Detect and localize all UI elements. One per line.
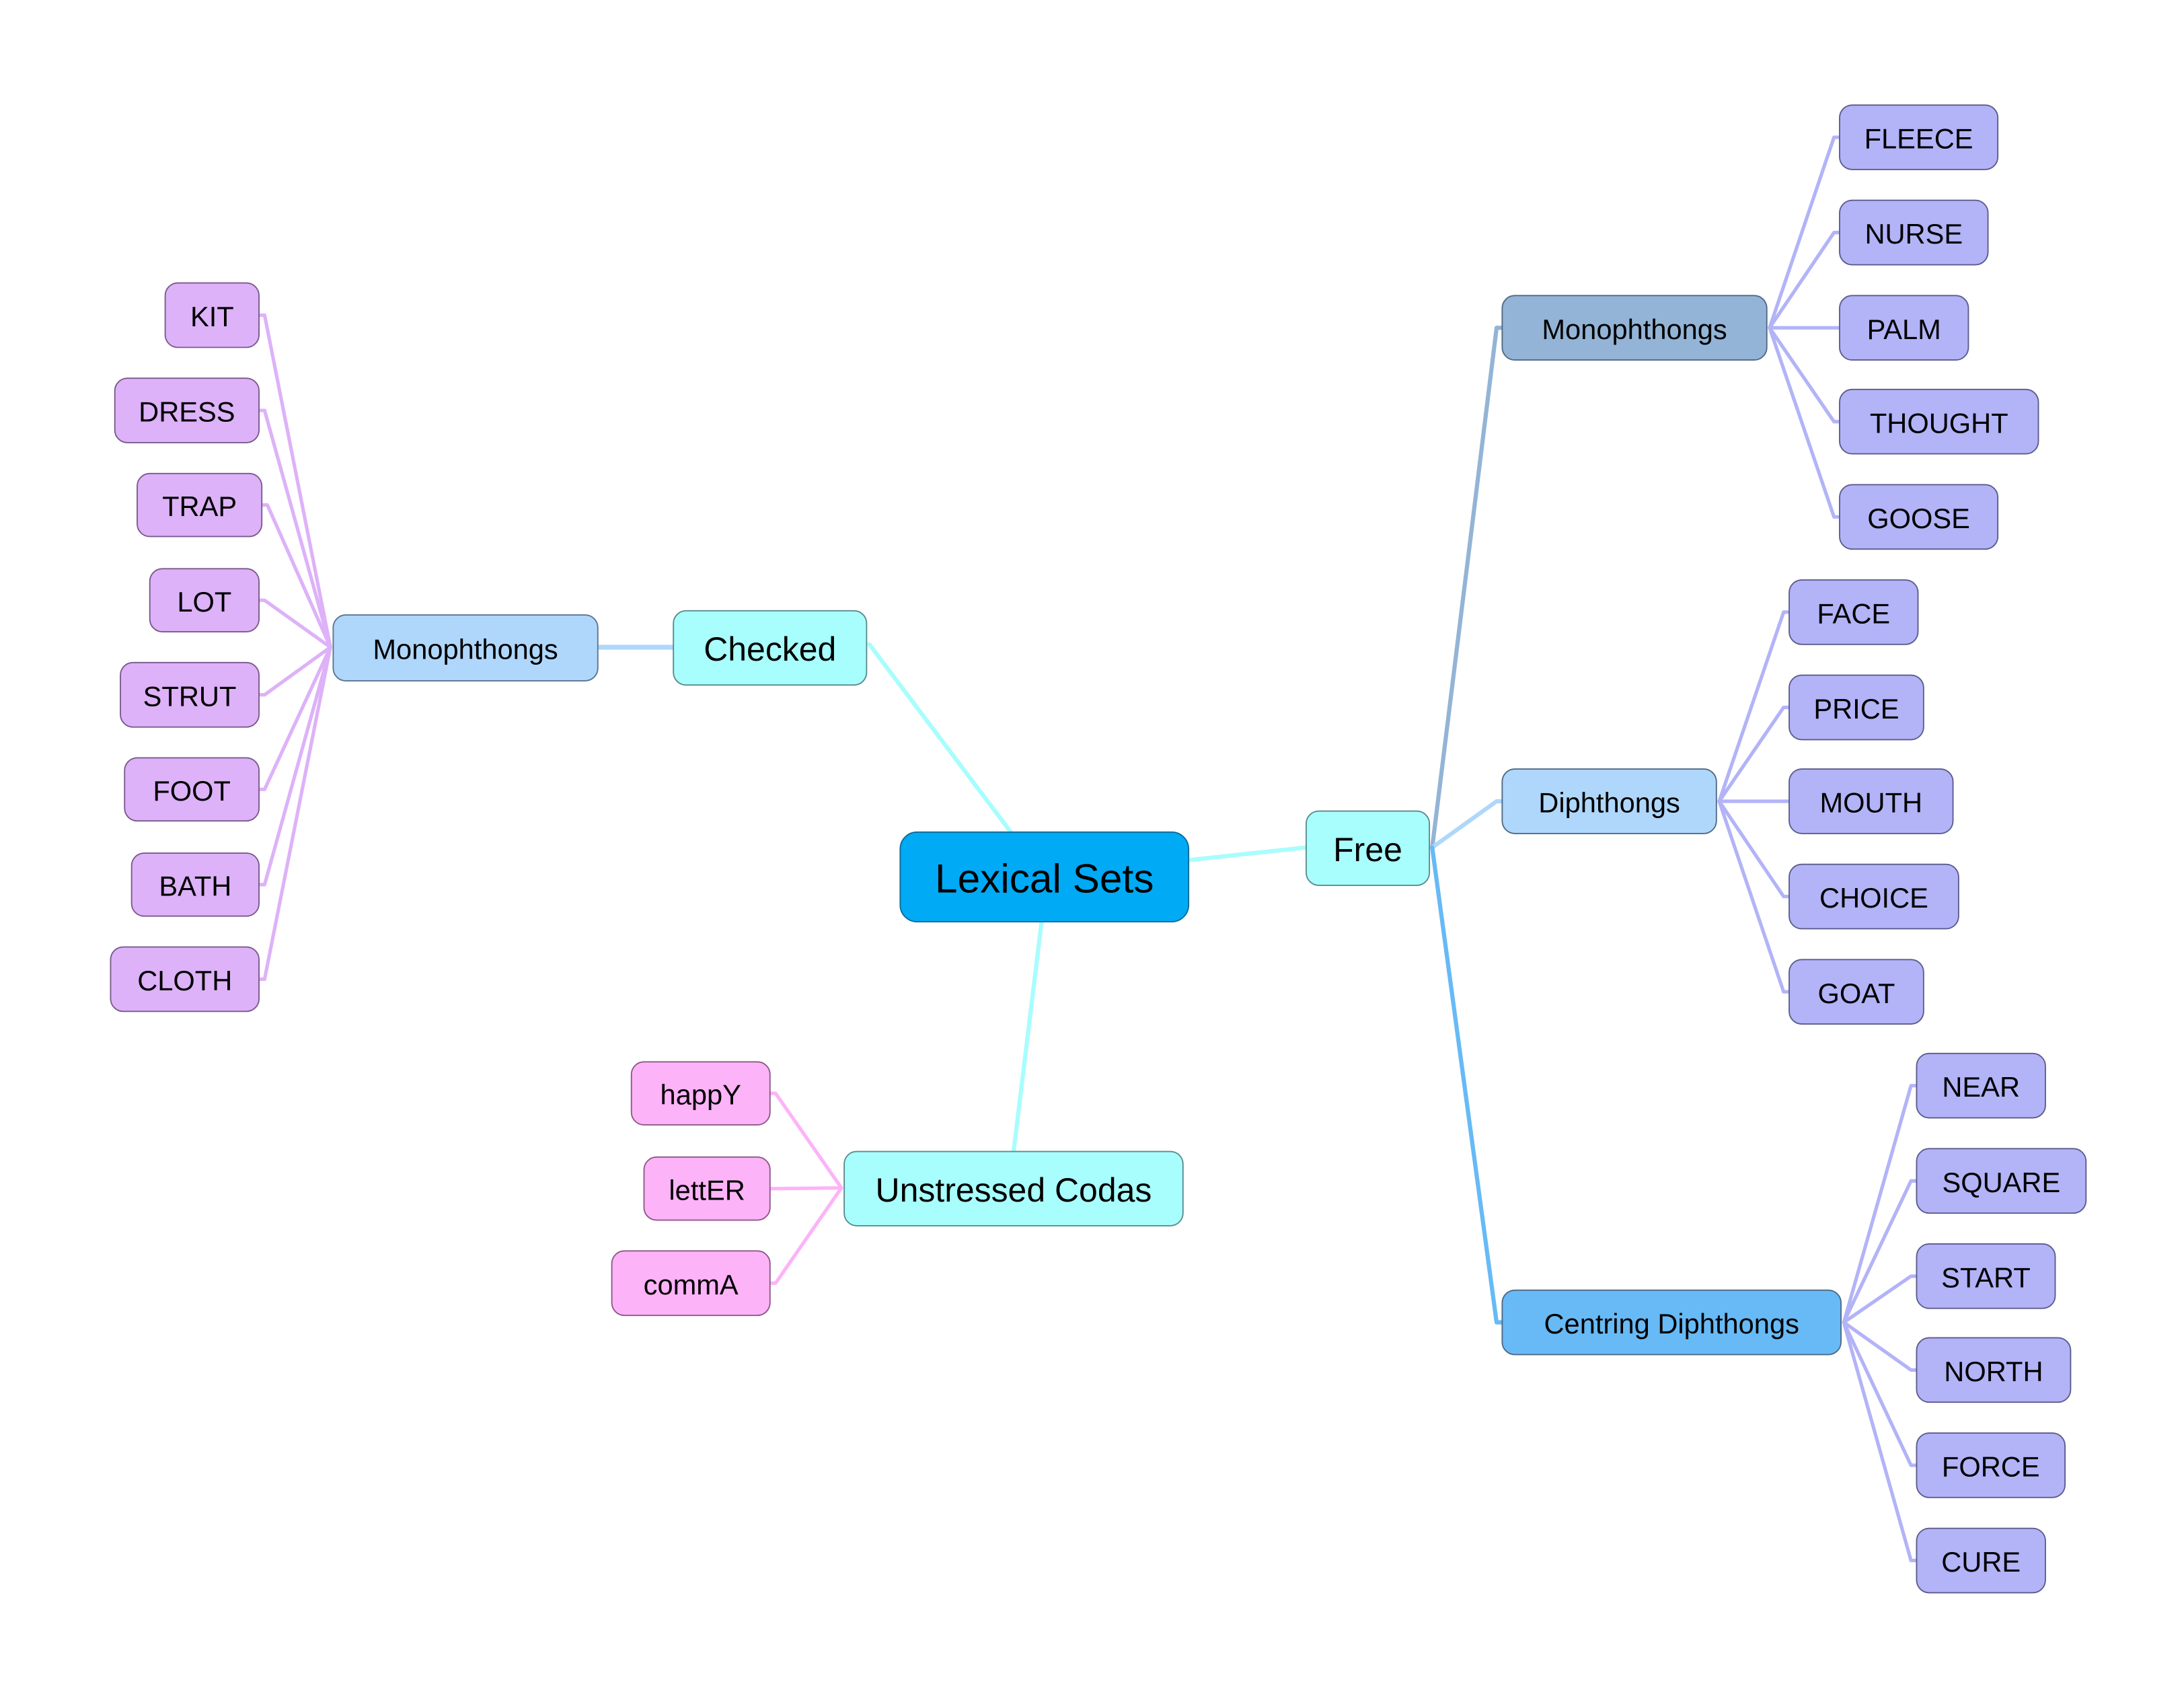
edge-diphthongs-choice: [1717, 799, 1791, 899]
lexical-set-north-label: NORTH: [1944, 1356, 2043, 1387]
lexical-set-near[interactable]: NEAR: [1916, 1052, 2046, 1119]
lexical-set-dress[interactable]: DRESS: [114, 377, 260, 443]
edge-coda-comma: [768, 1186, 843, 1285]
lexical-set-north[interactable]: NORTH: [1916, 1337, 2072, 1403]
edge-coda-happy: [768, 1091, 843, 1190]
lexical-set-lot-label: LOT: [177, 586, 231, 618]
lexical-set-foot[interactable]: FOOT: [124, 757, 260, 822]
edge-centring-diphthongs-force: [1842, 1320, 1919, 1467]
edge-free-centring-diphthongs: [1430, 845, 1505, 1325]
lexical-set-goose[interactable]: GOOSE: [1839, 484, 1999, 550]
edge-free-monophthongs: [1430, 326, 1505, 850]
lexical-set-kit[interactable]: KIT: [164, 282, 260, 348]
root-node-lexical-sets[interactable]: Lexical Sets: [899, 831, 1190, 922]
edge-diphthongs-face: [1717, 610, 1791, 803]
lexical-set-comma[interactable]: commA: [611, 1250, 771, 1317]
lexical-set-fleece[interactable]: FLEECE: [1839, 104, 1999, 170]
group-node-free-monophthongs[interactable]: Monophthongs: [1501, 295, 1768, 361]
lexical-set-nurse[interactable]: NURSE: [1839, 199, 1989, 266]
lexical-set-mouth-label: MOUTH: [1820, 787, 1923, 819]
group-node-free-diphthongs-label: Diphthongs: [1538, 787, 1680, 819]
edge-monophthongs-nurse: [1768, 231, 1842, 330]
lexical-set-cloth[interactable]: CLOTH: [110, 946, 260, 1013]
group-node-checked-monophthongs[interactable]: Monophthongs: [332, 614, 599, 682]
lexical-set-square[interactable]: SQUARE: [1916, 1148, 2087, 1214]
lexical-set-start-label: START: [1941, 1261, 2031, 1293]
lexical-set-square-label: SQUARE: [1942, 1167, 2060, 1198]
edge-root-checked: [867, 642, 1013, 834]
lexical-set-palm-label: PALM: [1867, 314, 1941, 345]
lexical-set-thought[interactable]: THOUGHT: [1839, 388, 2039, 455]
lexical-set-mouth[interactable]: MOUTH: [1788, 768, 1954, 834]
lexical-set-price[interactable]: PRICE: [1788, 674, 1924, 741]
edge-diphthongs-goat: [1717, 799, 1791, 994]
branch-node-unstressed-codas-label: Unstressed Codas: [876, 1171, 1152, 1209]
lexical-set-comma-label: commA: [644, 1269, 739, 1300]
lexical-set-force[interactable]: FORCE: [1916, 1432, 2066, 1498]
edge-monophthongs-fleece: [1768, 135, 1842, 330]
lexical-set-cloth-label: CLOTH: [137, 965, 232, 996]
lexical-set-price-label: PRICE: [1813, 693, 1899, 725]
lexical-set-happy[interactable]: happY: [630, 1061, 771, 1126]
lexical-set-lot[interactable]: LOT: [149, 568, 260, 632]
lexical-set-bath[interactable]: BATH: [130, 852, 260, 917]
lexical-set-cure[interactable]: CURE: [1916, 1527, 2046, 1594]
edge-monophthongs-thought: [1768, 326, 1842, 424]
edge-root-free: [1186, 845, 1309, 863]
edge-checked-leaf-cloth: [257, 645, 332, 982]
edge-free-diphthongs: [1430, 799, 1505, 850]
lexical-set-nurse-label: NURSE: [1865, 218, 1963, 250]
branch-node-unstressed-codas[interactable]: Unstressed Codas: [843, 1150, 1184, 1226]
lexical-set-dress-label: DRESS: [139, 396, 235, 428]
lexical-set-kit-label: KIT: [190, 301, 234, 332]
lexical-set-choice-label: CHOICE: [1819, 882, 1928, 914]
lexical-set-strut-label: STRUT: [143, 680, 237, 712]
lexical-set-bath-label: BATH: [159, 870, 231, 902]
edge-diphthongs-price: [1717, 705, 1791, 803]
lexical-set-start[interactable]: START: [1916, 1243, 2056, 1309]
branch-node-free-label: Free: [1333, 831, 1402, 869]
edge-monophthongs-goose: [1768, 326, 1842, 519]
lexical-set-face[interactable]: FACE: [1788, 579, 1919, 645]
lexical-set-trap-label: TRAP: [162, 490, 237, 522]
root-node-lexical-sets-label: Lexical Sets: [935, 856, 1154, 902]
edge-checked-leaf-dress: [257, 408, 332, 649]
lexical-set-goose-label: GOOSE: [1867, 503, 1970, 534]
branch-node-checked-label: Checked: [704, 630, 836, 668]
lexical-set-letter[interactable]: lettER: [643, 1156, 771, 1221]
edge-root-unstressed: [1011, 919, 1044, 1154]
lexical-set-force-label: FORCE: [1942, 1451, 2040, 1483]
lexical-set-goat[interactable]: GOAT: [1788, 959, 1924, 1025]
lexical-set-face-label: FACE: [1817, 597, 1890, 629]
edge-centring-diphthongs-near: [1842, 1084, 1919, 1325]
edge-checked-leaf-bath: [257, 645, 332, 887]
lexical-set-choice[interactable]: CHOICE: [1788, 863, 1959, 930]
edge-coda-letter: [768, 1186, 843, 1191]
group-node-free-centring-diphthongs[interactable]: Centring Diphthongs: [1501, 1289, 1842, 1356]
mind-map: Lexical Sets Checked Free Unstressed Codas M…: [110, 104, 2087, 1594]
lexical-set-happy-label: happY: [661, 1079, 741, 1111]
branch-node-free[interactable]: Free: [1306, 810, 1431, 886]
lexical-set-palm[interactable]: PALM: [1839, 295, 1969, 361]
lexical-set-foot-label: FOOT: [153, 775, 231, 807]
lexical-set-letter-label: lettER: [669, 1174, 745, 1206]
lexical-set-thought-label: THOUGHT: [1870, 407, 2008, 439]
group-node-free-diphthongs[interactable]: Diphthongs: [1501, 768, 1717, 834]
group-node-free-centring-diphthongs-label: Centring Diphthongs: [1544, 1308, 1799, 1340]
lexical-set-trap[interactable]: TRAP: [137, 472, 263, 538]
edge-checked-leaf-foot: [257, 645, 332, 791]
edge-centring-diphthongs-cure: [1842, 1320, 1919, 1563]
lexical-set-strut[interactable]: STRUT: [120, 661, 260, 728]
lexical-set-near-label: NEAR: [1942, 1071, 2020, 1103]
group-node-checked-monophthongs-label: Monophthongs: [373, 634, 558, 665]
edge-centring-diphthongs-square: [1842, 1179, 1919, 1325]
lexical-set-fleece-label: FLEECE: [1865, 123, 1973, 155]
branch-node-checked[interactable]: Checked: [673, 610, 868, 686]
group-node-free-monophthongs-label: Monophthongs: [1542, 314, 1727, 345]
lexical-set-goat-label: GOAT: [1818, 978, 1895, 1009]
lexical-set-cure-label: CURE: [1941, 1546, 2021, 1578]
edge-checked-leaf-kit: [257, 313, 332, 649]
